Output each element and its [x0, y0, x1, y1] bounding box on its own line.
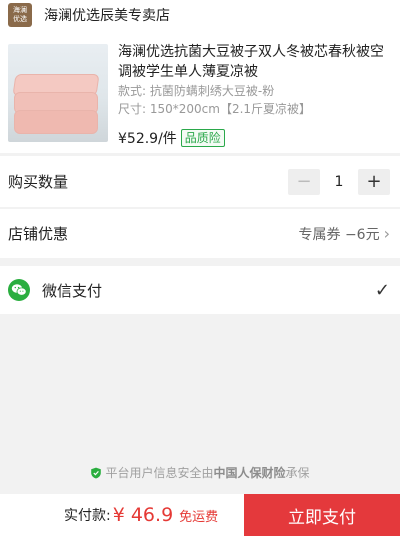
free-shipping-label: 免运费: [179, 509, 219, 525]
shop-logo-line2: 优选: [13, 15, 27, 23]
quantity-stepper: − 1 +: [288, 168, 390, 195]
security-suffix: 承保: [285, 466, 310, 480]
price-row: ¥52.9/件 品质险: [118, 128, 225, 148]
store-discount-value: 专属券 −6元 ›: [299, 224, 391, 244]
chevron-right-icon: ›: [383, 224, 390, 243]
store-discount-label: 店铺优惠: [8, 225, 69, 243]
total-label: 实付款:: [64, 508, 111, 524]
quality-insurance-badge[interactable]: 品质险: [180, 129, 225, 147]
product-style-spec: 款式: 抗菌防螨刺绣大豆被-粉: [118, 84, 275, 98]
product-title: 海澜优选抗菌大豆被子双人冬被芯春秋被空调被学生单人薄夏凉被: [118, 44, 384, 80]
checkmark-icon: ✓: [374, 279, 390, 301]
checkout-bar: 实付款: ¥ 46.9 免运费 立即支付: [0, 494, 400, 536]
shop-name[interactable]: 海澜优选辰美专卖店: [44, 5, 170, 25]
product-image[interactable]: [8, 44, 108, 142]
pay-now-button[interactable]: 立即支付: [244, 494, 400, 536]
shield-icon: [91, 467, 102, 478]
quilt-shape-bottom: [14, 110, 98, 134]
quantity-row: 购买数量 − 1 +: [0, 156, 400, 207]
shop-logo-line1: 海澜: [13, 6, 27, 14]
shop-header[interactable]: 海澜 优选 海澜优选辰美专卖店: [0, 0, 400, 30]
store-discount-row[interactable]: 店铺优惠 专属券 −6元 ›: [0, 209, 400, 258]
security-notice: 平台用户信息安全由 中国人保财险 承保: [0, 464, 400, 481]
increase-quantity-button[interactable]: +: [358, 168, 390, 195]
wechat-pay-label: 微信支付: [42, 281, 103, 300]
decrease-quantity-button[interactable]: −: [288, 168, 320, 195]
product-size-spec: 尺寸: 150*200cm【2.1斤夏凉被】: [118, 102, 312, 116]
wechat-pay-option[interactable]: 微信支付 ✓: [0, 266, 400, 314]
wechat-icon: [8, 279, 30, 301]
quantity-value[interactable]: 1: [320, 174, 358, 190]
quantity-label: 购买数量: [8, 173, 69, 191]
coupon-text: 专属券 −6元: [298, 226, 380, 243]
security-prefix: 平台用户信息安全由: [105, 466, 214, 480]
total-amount: ¥ 46.9: [112, 504, 174, 526]
insurer-name: 中国人保财险: [213, 466, 286, 480]
shop-logo: 海澜 优选: [8, 3, 32, 27]
product-price: ¥52.9/件: [118, 131, 177, 147]
product-card[interactable]: 海澜优选抗菌大豆被子双人冬被芯春秋被空调被学生单人薄夏凉被 款式: 抗菌防螨刺绣…: [0, 30, 400, 153]
